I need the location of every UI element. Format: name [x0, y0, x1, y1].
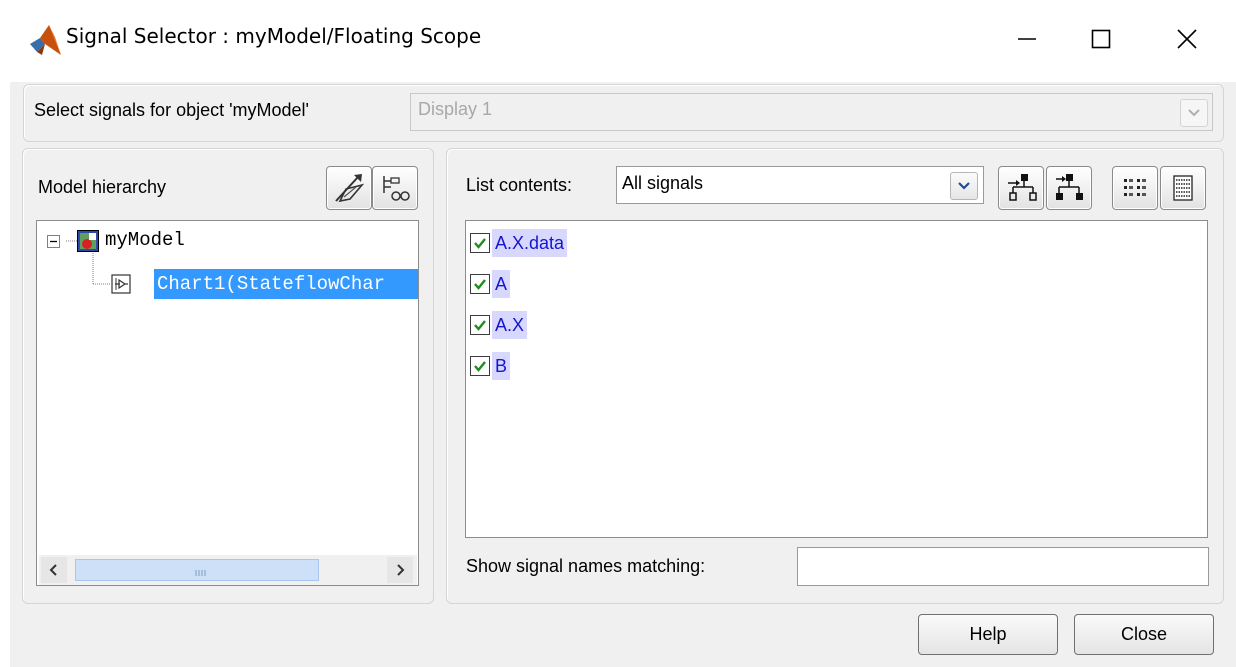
signal-name: B: [492, 352, 511, 380]
minimize-icon: [1018, 38, 1036, 40]
list-contents-value: All signals: [622, 173, 704, 193]
display-dropdown-button: [1180, 99, 1208, 127]
signal-list[interactable]: [465, 220, 1208, 538]
detail-view-button[interactable]: [1112, 166, 1158, 210]
filter-input[interactable]: [797, 547, 1209, 586]
object-selector-label: Select signals for object 'myModel': [34, 100, 309, 120]
scroll-left-button[interactable]: [41, 557, 67, 583]
signal-checkbox[interactable]: [470, 274, 490, 294]
collapse-toggle[interactable]: [47, 235, 60, 248]
highlight-in-model-icon: [335, 174, 365, 203]
signal-name: A: [492, 270, 511, 298]
display-select: [410, 93, 1213, 131]
show-subsystems-icon: [383, 176, 410, 201]
scroll-right-button[interactable]: [387, 557, 413, 583]
display-select-value: Display 1: [418, 99, 493, 119]
checkmark-icon: [474, 320, 486, 331]
list-item[interactable]: A.X.data: [470, 228, 568, 258]
show-subsystems-button[interactable]: [372, 166, 418, 210]
list-view-button[interactable]: [1160, 166, 1206, 210]
checkmark-icon: [474, 361, 486, 372]
list-item[interactable]: B: [470, 351, 511, 381]
list-item[interactable]: A.X: [470, 310, 528, 340]
chevron-down-icon: [958, 182, 970, 190]
matlab-icon: [28, 22, 62, 58]
chevron-down-icon: [1188, 109, 1200, 117]
close-icon: [1177, 29, 1197, 49]
hierarchical-list-icon: [1056, 174, 1083, 200]
checkmark-icon: [474, 279, 486, 290]
signal-name: A.X: [492, 311, 528, 339]
maximize-button[interactable]: [1066, 14, 1136, 64]
list-item[interactable]: A: [470, 269, 511, 299]
model-tree[interactable]: myModel Chart1(StateflowChar: [36, 220, 419, 586]
tree-item-chart[interactable]: Chart1(StateflowChar: [154, 269, 418, 299]
flat-list-icon: [1008, 174, 1037, 201]
scroll-grip-icon: [193, 565, 209, 576]
signal-name: A.X.data: [492, 229, 568, 257]
chevron-left-icon: [49, 564, 57, 576]
window-title: Signal Selector : myModel/Floating Scope: [66, 24, 482, 48]
help-button[interactable]: Help: [918, 614, 1058, 655]
list-contents-dropdown-button[interactable]: [950, 172, 978, 200]
model-hierarchy-label: Model hierarchy: [38, 177, 167, 197]
signal-checkbox[interactable]: [470, 233, 490, 253]
close-window-button[interactable]: [1152, 14, 1222, 64]
checkmark-icon: [474, 238, 486, 249]
model-icon: [77, 230, 99, 252]
highlight-in-model-button[interactable]: [326, 166, 372, 210]
tree-item-root[interactable]: myModel: [105, 229, 185, 251]
signal-checkbox[interactable]: [470, 315, 490, 335]
minimize-button[interactable]: [992, 14, 1062, 64]
maximize-icon: [1091, 29, 1111, 49]
hierarchical-list-button[interactable]: [1046, 166, 1092, 210]
close-button[interactable]: Close: [1074, 614, 1214, 655]
filter-label: Show signal names matching:: [466, 556, 706, 576]
list-view-icon: [1173, 175, 1193, 201]
list-contents-label: List contents:: [466, 175, 573, 195]
chevron-right-icon: [397, 564, 405, 576]
signal-checkbox[interactable]: [470, 356, 490, 376]
chart-block-icon: [111, 274, 131, 294]
flat-list-button[interactable]: [998, 166, 1044, 210]
detail-view-icon: [1124, 179, 1146, 196]
minus-icon: [50, 240, 57, 243]
